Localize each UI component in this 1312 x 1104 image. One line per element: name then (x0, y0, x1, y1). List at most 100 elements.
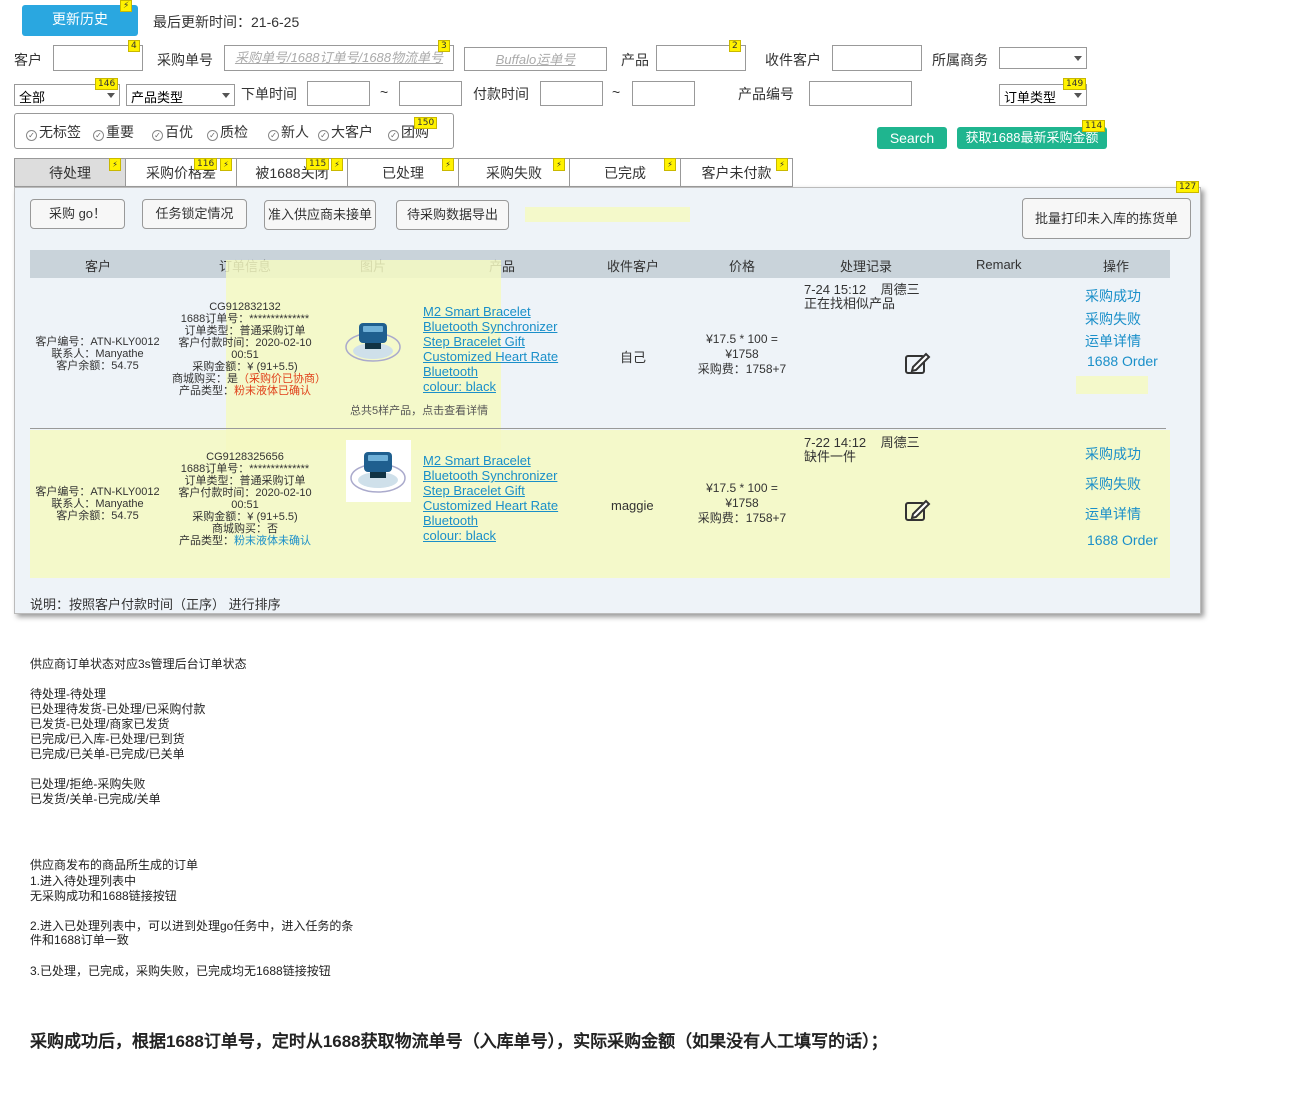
chevron-down-icon (222, 93, 230, 98)
product-type-value: 粉末液体未确认 (234, 535, 311, 547)
tag-label: 质检 (220, 124, 248, 140)
lightning-icon: ⚡ (776, 158, 788, 171)
search-button[interactable]: Search (877, 127, 947, 149)
tilde: ~ (380, 84, 389, 100)
product-link[interactable]: Step Bracelet Gift (423, 334, 563, 349)
order-1688-link[interactable]: 1688 Order (1087, 353, 1158, 369)
product-type: 产品类型：粉末液体已确认 (172, 385, 318, 397)
buffalo-no-input[interactable]: Buffalo运单号 (464, 47, 607, 71)
note-line: 已发货-已处理/商家已发货 (30, 717, 170, 731)
product-colour[interactable]: colour: black (423, 528, 563, 543)
customer-label: 客户 (14, 52, 42, 68)
customer-id: 客户编号：ATN-KLY0012 (35, 486, 160, 498)
tag-none-checkbox[interactable]: ✓ 无标签 (26, 122, 81, 142)
log-header: 7-24 15:12 周德三 (804, 283, 920, 297)
mall-value: 是 (227, 373, 238, 385)
product-type-label: 产品类型： (179, 385, 234, 397)
note-line: 已发货/关单-已完成/关单 (30, 792, 161, 806)
column-header: 处理记录 (840, 259, 893, 274)
price-formula: ¥17.5 * 100 = (706, 332, 778, 346)
pay-time-label: 付款时间 (473, 86, 529, 102)
obd-device-icon (350, 452, 406, 493)
tag-important-checkbox[interactable]: ✓ 重要 (93, 122, 134, 142)
lightning-icon: ⚡ (664, 158, 676, 171)
mall-value: 否 (267, 523, 278, 535)
pay-time-end[interactable] (632, 81, 695, 106)
business-label: 所属商务 (932, 52, 988, 68)
unaccepted-supplier-button[interactable]: 准入供应商未接单 (264, 200, 376, 230)
edit-icon[interactable] (904, 352, 932, 376)
tag-bigcustomer-checkbox[interactable]: ✓ 大客户 (318, 122, 373, 142)
badge: ⚡ (120, 0, 133, 12)
edit-icon[interactable] (904, 499, 932, 523)
mall-purchase: 商城购买：是（采购价已协商） (172, 373, 326, 385)
product-link[interactable]: Step Bracelet Gift (423, 483, 563, 498)
note-line: 1.进入待处理列表中 (30, 874, 137, 888)
check-icon: ✓ (207, 130, 218, 141)
product-type-label: 产品类型： (179, 535, 234, 547)
mall-label: 商城购买： (212, 523, 267, 535)
product-type-select[interactable]: 产品类型 (126, 84, 235, 106)
product-code-label: 产品编号 (738, 86, 794, 102)
purchase-success-link[interactable]: 采购成功 (1085, 444, 1141, 464)
order-1688-link[interactable]: 1688 Order (1087, 532, 1158, 548)
table-row: 客户编号：ATN-KLY0012 联系人：Manyathe 客户余额：54.75 (30, 336, 165, 372)
badge: 116 (194, 158, 218, 170)
product-summary-link[interactable]: 总共5样产品，点击查看详情 (350, 405, 488, 417)
purchase-no-input[interactable]: 采购单号/1688订单号/1688物流单号 (224, 45, 454, 71)
tilde: ~ (612, 84, 621, 100)
product-code-input[interactable] (809, 81, 912, 106)
waybill-detail-link[interactable]: 运单详情 (1085, 504, 1141, 524)
note-line: 3.已处理，已完成，采购失败，已完成均无1688链接按钮 (30, 964, 331, 978)
check-icon: ✓ (318, 130, 329, 141)
purchase-fail-link[interactable]: 采购失败 (1085, 474, 1141, 494)
chevron-down-icon (1074, 56, 1082, 61)
product-link[interactable]: Bluetooth (423, 364, 563, 379)
order-time-start[interactable] (307, 81, 370, 106)
process-log: 7-22 14:12 周德三 缺件一件 (804, 436, 920, 464)
tag-baiyou-checkbox[interactable]: ✓ 百优 (152, 122, 193, 142)
waybill-detail-link[interactable]: 运单详情 (1085, 331, 1141, 351)
product-link[interactable]: Bluetooth (423, 513, 563, 528)
product-link[interactable]: M2 Smart Bracelet (423, 453, 563, 468)
receiver-input[interactable] (832, 45, 922, 71)
product-link[interactable]: Bluetooth Synchronizer (423, 319, 563, 334)
note-line: 供应商发布的商品所生成的订单 (30, 858, 199, 872)
product-image[interactable] (346, 440, 411, 502)
order-pay-time: 客户付款时间：2020-02-10 (178, 337, 312, 349)
price-info: ¥17.5 * 100 = ¥1758 采购费：1758+7 (686, 332, 798, 377)
order-time-end[interactable] (399, 81, 462, 106)
tag-newbie-checkbox[interactable]: ✓ 新人 (268, 122, 309, 142)
log-header: 7-22 14:12 周德三 (804, 436, 920, 450)
order-no: CG9128325656 (206, 451, 284, 463)
customer-id: 客户编号：ATN-KLY0012 (35, 336, 160, 348)
business-select[interactable] (999, 47, 1087, 69)
purchase-success-link[interactable]: 采购成功 (1085, 286, 1141, 306)
pay-time-start[interactable] (540, 81, 603, 106)
tag-label: 新人 (281, 124, 309, 140)
check-icon: ✓ (26, 130, 37, 141)
mall-extra: （采购价已协商） (238, 373, 326, 385)
table-row: 客户编号：ATN-KLY0012 联系人：Manyathe 客户余额：54.75 (30, 486, 165, 522)
badge: 2 (729, 40, 741, 52)
process-log: 7-24 15:12 周德三 正在找相似产品 (804, 283, 920, 311)
product-link[interactable]: Customized Heart Rate (423, 498, 563, 513)
task-lock-button[interactable]: 任务锁定情况 (142, 199, 247, 229)
tag-qc-checkbox[interactable]: ✓ 质检 (207, 122, 248, 142)
product-link[interactable]: M2 Smart Bracelet (423, 304, 563, 319)
note-line: 已完成/已关单-已完成/已关单 (30, 747, 185, 761)
note-line: 已完成/已入库-已处理/已到货 (30, 732, 185, 746)
product-link[interactable]: Bluetooth Synchronizer (423, 468, 563, 483)
product-image[interactable] (341, 313, 406, 373)
receiver: maggie (611, 498, 654, 513)
purchase-go-button[interactable]: 采购 go！ (30, 199, 125, 229)
product-link[interactable]: Customized Heart Rate (423, 349, 563, 364)
batch-print-button[interactable]: 批量打印未入库的拣货单 (1022, 198, 1191, 239)
purchase-fail-link[interactable]: 采购失败 (1085, 309, 1141, 329)
product-colour[interactable]: colour: black (423, 379, 563, 394)
order-pay-time-2: 00:51 (231, 499, 259, 511)
export-pending-button[interactable]: 待采购数据导出 (396, 200, 509, 230)
price-formula: ¥17.5 * 100 = (706, 481, 778, 495)
note-line: 待处理-待处理 (30, 687, 106, 701)
purchase-fee: 采购费：1758+7 (697, 511, 787, 525)
